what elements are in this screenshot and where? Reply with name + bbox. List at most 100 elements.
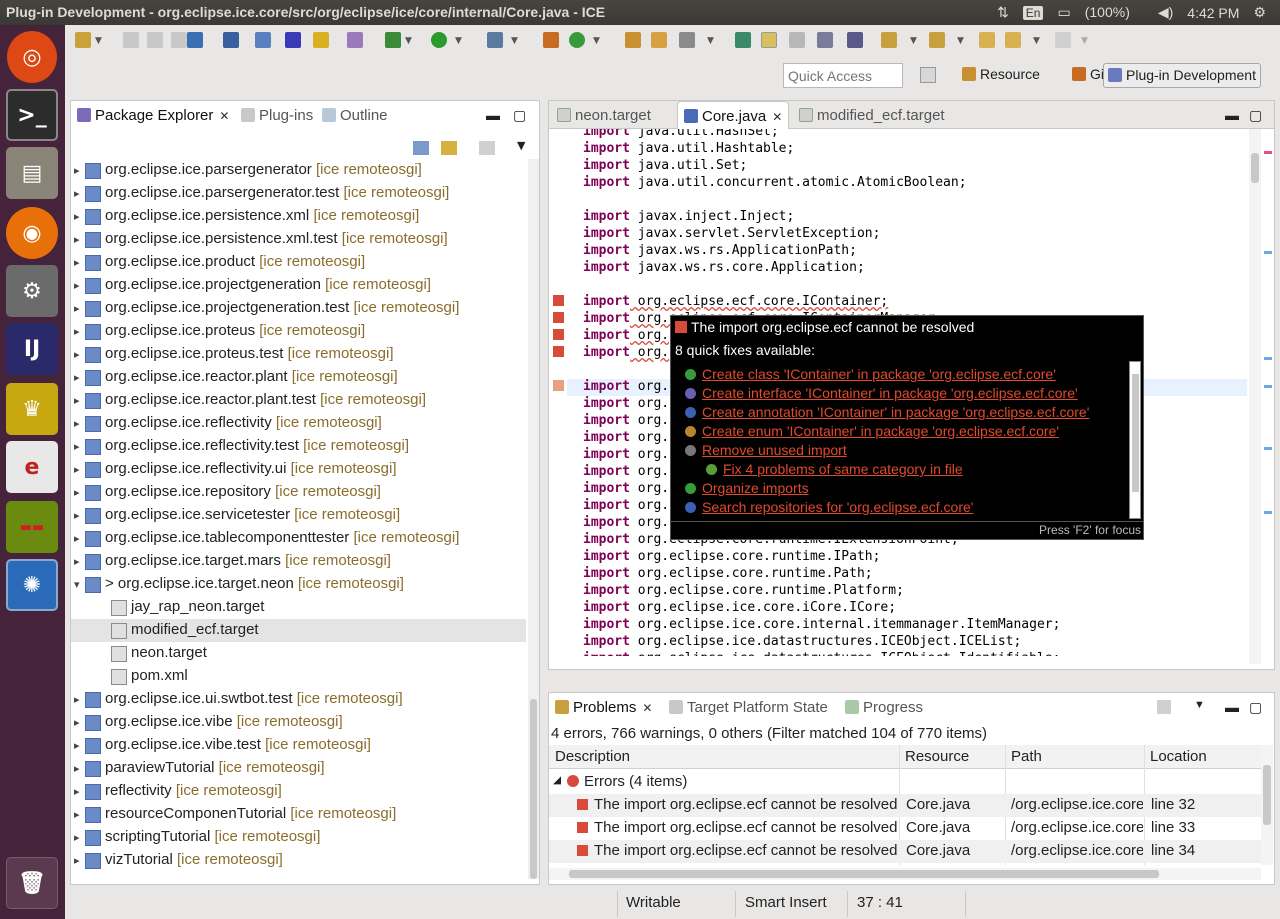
perspective-resource[interactable]: Resource [958,63,1044,88]
tab-progress[interactable]: Progress [839,693,929,721]
collapse-arrow-icon[interactable]: ▸ [74,486,80,499]
next-annotation-icon[interactable] [881,32,897,48]
eclipse-ice-icon[interactable]: ✺ [6,559,58,611]
tree-scrollbar[interactable] [528,159,539,879]
tree-scrollbar-thumb[interactable] [530,699,537,879]
quickfix-link[interactable]: Organize imports [702,480,809,496]
tree-project-item[interactable]: ▸ org.eclipse.ice.target.mars [ice remote… [71,550,526,573]
tree-project-item[interactable]: ▸ org.eclipse.ice.parsergenerator.test [i… [71,182,526,205]
minimize-icon[interactable]: ▬ [1225,699,1239,715]
editor-scrollbar[interactable] [1249,129,1261,664]
collapse-arrow-icon[interactable]: ▸ [74,509,80,522]
tree-project-item[interactable]: ▸ org.eclipse.ice.reflectivity [ice remot… [71,412,526,435]
tab-plugins[interactable]: Plug-ins [235,101,319,129]
tree-project-item[interactable]: ▸ org.eclipse.ice.parsergenerator [ice re… [71,159,526,182]
error-group-row[interactable]: ◢ Errors (4 items) [549,771,1261,794]
close-icon[interactable]: ✕ [642,701,652,715]
tree-project-item[interactable]: ▸ org.eclipse.ice.product [ice remoteosgi… [71,251,526,274]
show-whitespace-icon[interactable] [817,32,833,48]
maximize-icon[interactable]: ▢ [1249,699,1262,716]
column-description[interactable]: Description [555,748,630,765]
keyboard-layout-indicator[interactable]: En [1022,5,1044,20]
chevron-down-icon[interactable]: ▼ [95,36,102,46]
tab-package-explorer[interactable]: Package Explorer ✕ [71,101,236,129]
view-menu-chevron-icon[interactable]: ▼ [1194,699,1205,711]
maximize-icon[interactable]: ▢ [1249,107,1262,124]
focus-icon[interactable] [479,141,495,155]
tree-project-item[interactable]: ▸ org.eclipse.ice.servicetester [ice remo… [71,504,526,527]
tree-project-item[interactable]: ▸ org.eclipse.ice.proteus.test [ice remot… [71,343,526,366]
grid-icon[interactable] [285,32,301,48]
error-marker-icon[interactable] [553,312,564,323]
new-wizard-icon[interactable] [75,32,91,48]
tree-project-item[interactable]: ▸ resourceComponenTutorial [ice remoteosg… [71,803,526,826]
error-marker-icon[interactable] [553,329,564,340]
clock[interactable]: 4:42 PM [1187,5,1239,21]
tree-project-item[interactable]: ▸ org.eclipse.ice.projectgeneration.test … [71,297,526,320]
overview-marker[interactable] [1264,385,1272,388]
new-package-icon[interactable] [543,32,559,48]
block-select-icon[interactable] [789,32,805,48]
open-task-icon[interactable] [651,32,667,48]
hover-scrollbar[interactable] [1129,361,1141,519]
error-marker-icon[interactable] [553,295,564,306]
quickfix-link[interactable]: Fix 4 problems of same category in file [723,461,963,477]
tree-project-item[interactable]: ▸ org.eclipse.ice.vibe.test [ice remoteos… [71,734,526,757]
collapse-arrow-icon[interactable]: ▸ [74,693,80,706]
tree-project-item[interactable]: ▸ paraviewTutorial [ice remoteosgi] [71,757,526,780]
highlight-icon[interactable] [761,32,777,48]
link-with-editor-icon[interactable] [441,141,457,155]
editor-scrollbar-thumb[interactable] [1251,153,1259,183]
settings-wrench-icon[interactable]: ⚙ [6,265,58,317]
firefox-icon[interactable]: ◉ [6,207,58,259]
focus-icon[interactable] [1157,700,1171,714]
tree-file-item[interactable]: neon.target [71,642,526,665]
collapse-arrow-icon[interactable]: ▸ [74,325,80,338]
tab-target-platform-state[interactable]: Target Platform State [663,693,834,721]
ubuntu-dash-icon[interactable]: ◎ [7,31,57,83]
collapse-arrow-icon[interactable]: ▸ [74,739,80,752]
quickfix-link[interactable]: Remove unused import [702,442,847,458]
chevron-down-icon[interactable]: ▼ [1033,36,1040,46]
search-tool-icon[interactable] [679,32,695,48]
skip-breakpoints-icon[interactable] [223,32,239,48]
collapse-arrow-icon[interactable]: ▸ [74,348,80,361]
forward-arrow-icon[interactable] [1055,32,1071,48]
tree-project-item[interactable]: ▸ scriptingTutorial [ice remoteosgi] [71,826,526,849]
debug-icon[interactable] [385,32,401,48]
print-icon[interactable] [171,32,187,48]
open-folder-icon[interactable] [625,32,641,48]
quick-access-input[interactable] [783,63,903,88]
collapse-arrow-icon[interactable]: ▸ [74,854,80,867]
overview-marker[interactable] [1264,511,1272,514]
terminal-icon[interactable]: >_ [6,89,58,141]
plugin-tool-icon[interactable] [347,32,363,48]
collapse-arrow-icon[interactable]: ▸ [74,302,80,315]
tree-file-item[interactable]: pom.xml [71,665,526,688]
run-icon[interactable] [431,32,447,48]
power-gear-icon[interactable]: ⚙ [1253,4,1266,21]
tree-project-item[interactable]: ▸ org.eclipse.ice.reflectivity.ui [ice re… [71,458,526,481]
overview-marker[interactable] [1264,151,1272,154]
quickfix-link[interactable]: Create class 'IContainer' in package 'or… [702,366,1056,382]
file-cabinet-icon[interactable]: ▤ [6,147,58,199]
tree-project-item[interactable]: ▸ org.eclipse.ice.persistence.xml.test [i… [71,228,526,251]
tab-outline[interactable]: Outline [316,101,394,129]
tab-neon-target[interactable]: neon.target [551,101,657,129]
chevron-down-icon[interactable]: ▼ [957,36,964,46]
tree-project-item[interactable]: ▸ vizTutorial [ice remoteosgi] [71,849,526,872]
collapse-arrow-icon[interactable]: ▸ [74,210,80,223]
tree-project-item[interactable]: ▸ org.eclipse.ice.proteus [ice remoteosgi… [71,320,526,343]
collapse-arrow-icon[interactable]: ▸ [74,417,80,430]
problems-hscrollbar[interactable] [549,868,1261,880]
collapse-arrow-icon[interactable]: ▸ [74,187,80,200]
trash-icon[interactable]: 🗑 [6,857,58,909]
chevron-down-icon[interactable]: ▼ [707,36,714,46]
external-tools-icon[interactable] [487,32,503,48]
tree-project-item[interactable]: ▾ > org.eclipse.ice.target.neon [ice remo… [71,573,526,596]
collapse-arrow-icon[interactable]: ▸ [74,233,80,246]
problems-hscrollbar-thumb[interactable] [569,870,1159,878]
tab-core-java[interactable]: Core.java ✕ [677,101,790,129]
chevron-down-icon[interactable]: ▼ [1081,36,1088,46]
tree-project-item[interactable]: ▸ reflectivity [ice remoteosgi] [71,780,526,803]
